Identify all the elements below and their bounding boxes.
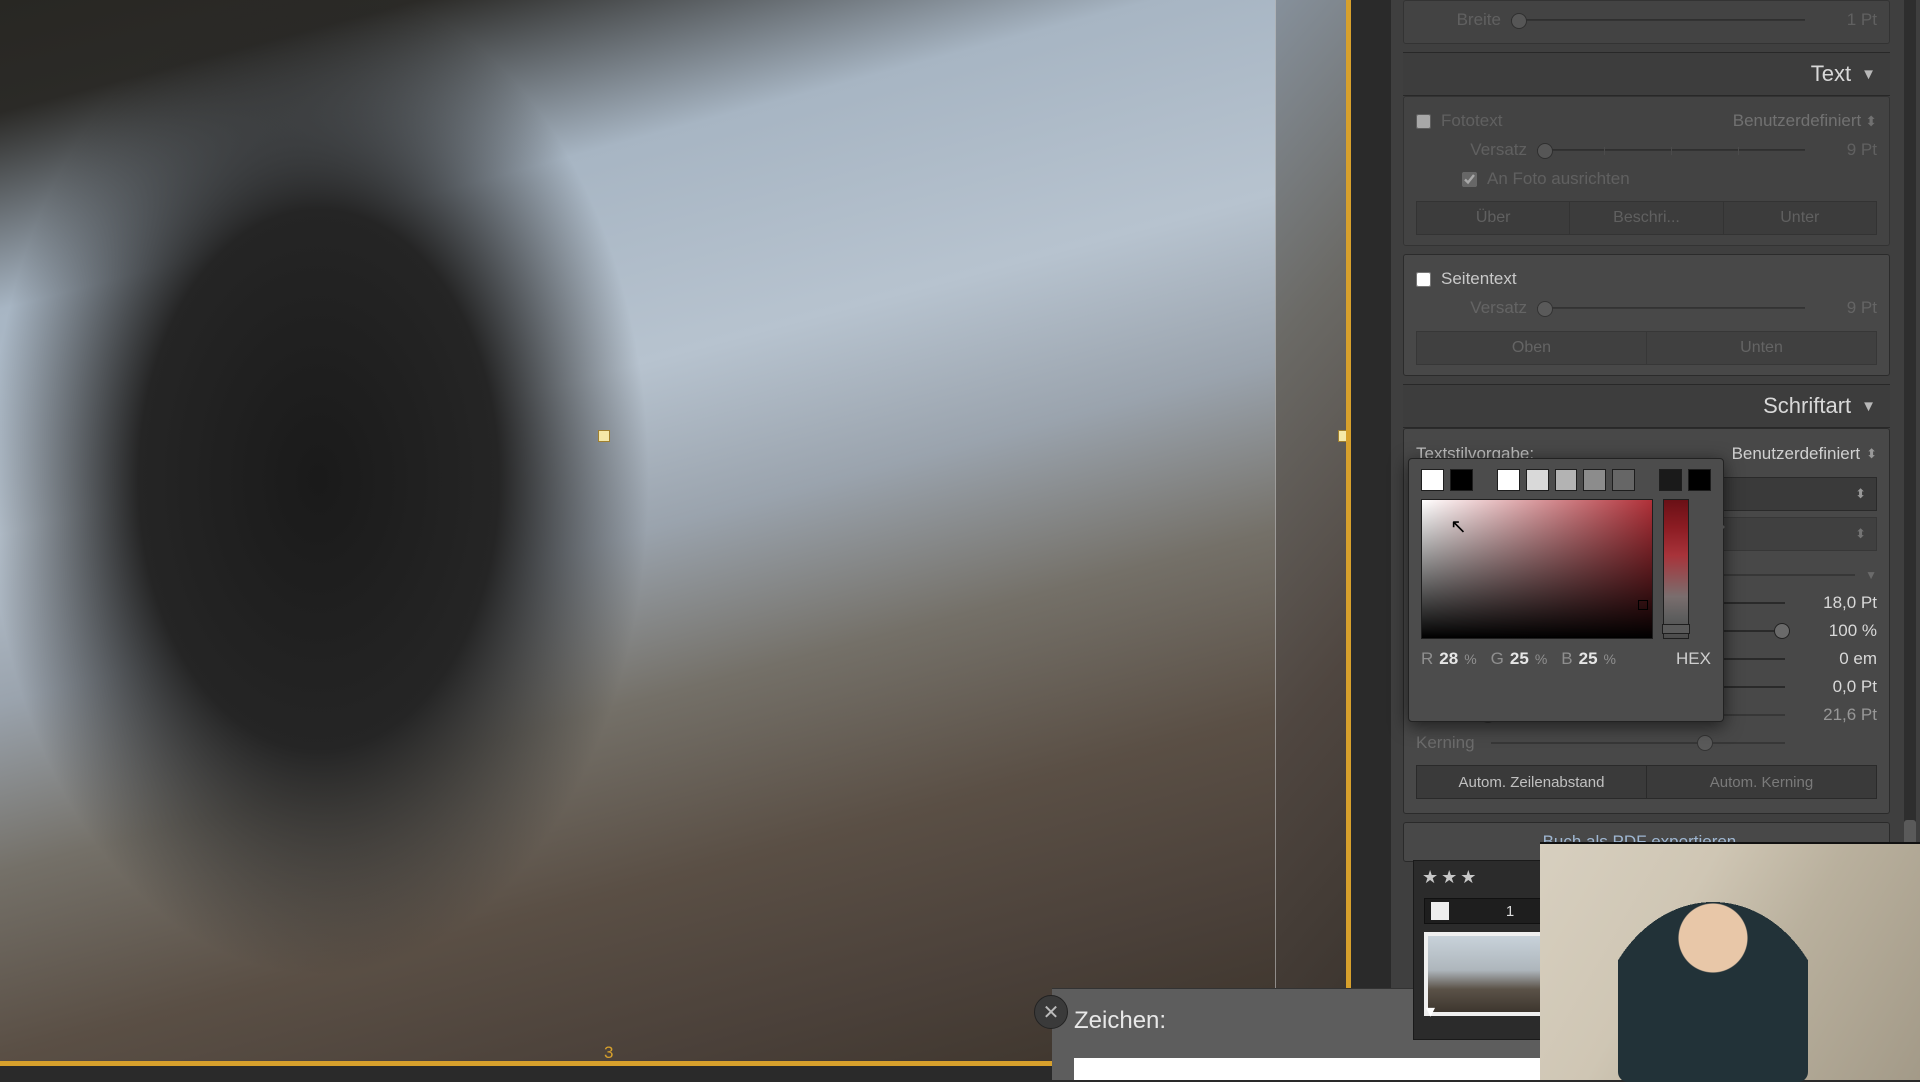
- fototext-offset-label: Versatz: [1442, 140, 1537, 160]
- r-label: R: [1421, 649, 1433, 669]
- swatch-dark[interactable]: [1659, 469, 1682, 491]
- fototext-offset-value: 9 Pt: [1805, 140, 1877, 160]
- swatch-gray-3[interactable]: [1583, 469, 1606, 491]
- fototext-preset[interactable]: Benutzerdefiniert: [1733, 111, 1862, 131]
- color-field[interactable]: ↖: [1421, 499, 1653, 639]
- seg-caption[interactable]: Beschri...: [1570, 201, 1723, 235]
- section-title-schriftart: Schriftart: [1763, 393, 1851, 419]
- close-icon[interactable]: ✕: [1034, 995, 1068, 1029]
- fototext-checkbox[interactable]: [1416, 114, 1431, 129]
- fototext-label: Fototext: [1441, 111, 1733, 131]
- seg-over[interactable]: Über: [1416, 201, 1570, 235]
- swatch-black-2[interactable]: [1688, 469, 1711, 491]
- width-value: 1 Pt: [1805, 10, 1877, 30]
- cursor-arrow-icon: ↖: [1450, 514, 1467, 539]
- seg-under[interactable]: Unter: [1724, 201, 1877, 235]
- section-title-text: Text: [1811, 61, 1851, 87]
- guide-line: [1275, 0, 1276, 1066]
- updown-icon: ⬍: [1855, 530, 1866, 538]
- book-page-canvas[interactable]: 3: [0, 0, 1351, 1066]
- selection-handle-right[interactable]: [1338, 430, 1350, 442]
- b-value[interactable]: 25: [1579, 649, 1598, 669]
- hue-knob[interactable]: [1662, 624, 1690, 634]
- caret-icon: ▾: [1426, 1001, 1435, 1022]
- width-slider-row: Breite 1 Pt: [1416, 5, 1877, 35]
- drawer-title: Zeichen:: [1074, 1007, 1166, 1035]
- seitentext-offset-label: Versatz: [1442, 298, 1537, 318]
- hex-label[interactable]: HEX: [1676, 649, 1711, 669]
- g-label: G: [1491, 649, 1504, 669]
- updown-icon[interactable]: ⬍: [1866, 446, 1877, 462]
- chevron-down-icon: [1861, 66, 1876, 83]
- width-label: Breite: [1416, 10, 1511, 30]
- updown-icon: ⬍: [1855, 490, 1866, 498]
- leading-value[interactable]: 21,6 Pt: [1795, 705, 1877, 725]
- g-pct: %: [1535, 651, 1547, 667]
- seitentext-position-segmented: Oben Unten: [1416, 331, 1877, 365]
- align-to-photo-label: An Foto ausrichten: [1487, 169, 1877, 189]
- kerning-slider[interactable]: [1491, 742, 1785, 744]
- r-value[interactable]: 28: [1439, 649, 1458, 669]
- fototext-position-segmented: Über Beschri... Unter: [1416, 201, 1877, 235]
- swatch-white[interactable]: [1421, 469, 1444, 491]
- seg-top[interactable]: Oben: [1416, 331, 1647, 365]
- photo-placeholder: [0, 0, 1275, 1066]
- page-number: 3: [604, 1043, 613, 1063]
- tracking-value[interactable]: 0 em: [1795, 649, 1877, 669]
- align-to-photo-checkbox[interactable]: [1462, 172, 1477, 187]
- kerning-label: Kerning: [1416, 733, 1475, 753]
- section-header-text[interactable]: Text: [1403, 52, 1890, 96]
- fototext-offset-slider[interactable]: [1537, 149, 1805, 151]
- swatch-gray-0[interactable]: [1497, 469, 1520, 491]
- chevron-down-icon: [1861, 398, 1876, 415]
- b-pct: %: [1604, 651, 1616, 667]
- selection-handle-center[interactable]: [598, 430, 610, 442]
- g-value[interactable]: 25: [1510, 649, 1529, 669]
- r-pct: %: [1464, 651, 1476, 667]
- seitentext-group: Seitentext Versatz 9 Pt Oben Unten: [1403, 254, 1890, 376]
- swatch-gray-2[interactable]: [1555, 469, 1578, 491]
- star-icon[interactable]: ★: [1460, 867, 1476, 888]
- seg-bottom[interactable]: Unten: [1647, 331, 1877, 365]
- color-field-cursor[interactable]: [1638, 600, 1648, 610]
- color-swatch-row: [1409, 459, 1723, 499]
- baseline-value[interactable]: 0,0 Pt: [1795, 677, 1877, 697]
- section-header-schriftart[interactable]: Schriftart: [1403, 384, 1890, 428]
- opacity-value[interactable]: 100 %: [1795, 621, 1877, 641]
- seitentext-checkbox[interactable]: [1416, 272, 1431, 287]
- presenter-figure: [1618, 882, 1808, 1082]
- textstyle-value[interactable]: Benutzerdefiniert: [1732, 444, 1861, 464]
- swatch-black[interactable]: [1450, 469, 1473, 491]
- swatch-gray-1[interactable]: [1526, 469, 1549, 491]
- width-slider[interactable]: [1511, 19, 1805, 21]
- chevron-down-icon: [1865, 568, 1877, 582]
- auto-kerning-button[interactable]: Autom. Kerning: [1647, 765, 1877, 799]
- webcam-overlay: [1540, 842, 1920, 1080]
- seitentext-offset-value: 9 Pt: [1805, 298, 1877, 318]
- seitentext-label: Seitentext: [1441, 269, 1877, 289]
- star-icon[interactable]: ★: [1441, 867, 1457, 888]
- star-icon[interactable]: ★: [1422, 867, 1438, 888]
- swatch-gray-4[interactable]: [1612, 469, 1635, 491]
- hue-slider[interactable]: [1663, 499, 1689, 639]
- fototext-group: Fototext Benutzerdefiniert ⬍ Versatz 9 P…: [1403, 96, 1890, 246]
- color-values-row: R 28 % G 25 % B 25 % HEX: [1409, 639, 1723, 669]
- seitentext-offset-slider[interactable]: [1537, 307, 1805, 309]
- updown-icon[interactable]: ⬍: [1865, 116, 1877, 126]
- b-label: B: [1561, 649, 1572, 669]
- font-size-value[interactable]: 18,0 Pt: [1795, 593, 1877, 613]
- page-chip-thumb: [1431, 902, 1449, 920]
- auto-leading-button[interactable]: Autom. Zeilenabstand: [1416, 765, 1647, 799]
- color-picker-popover: ↖ R 28 % G 25 % B 25 % HEX: [1408, 458, 1724, 722]
